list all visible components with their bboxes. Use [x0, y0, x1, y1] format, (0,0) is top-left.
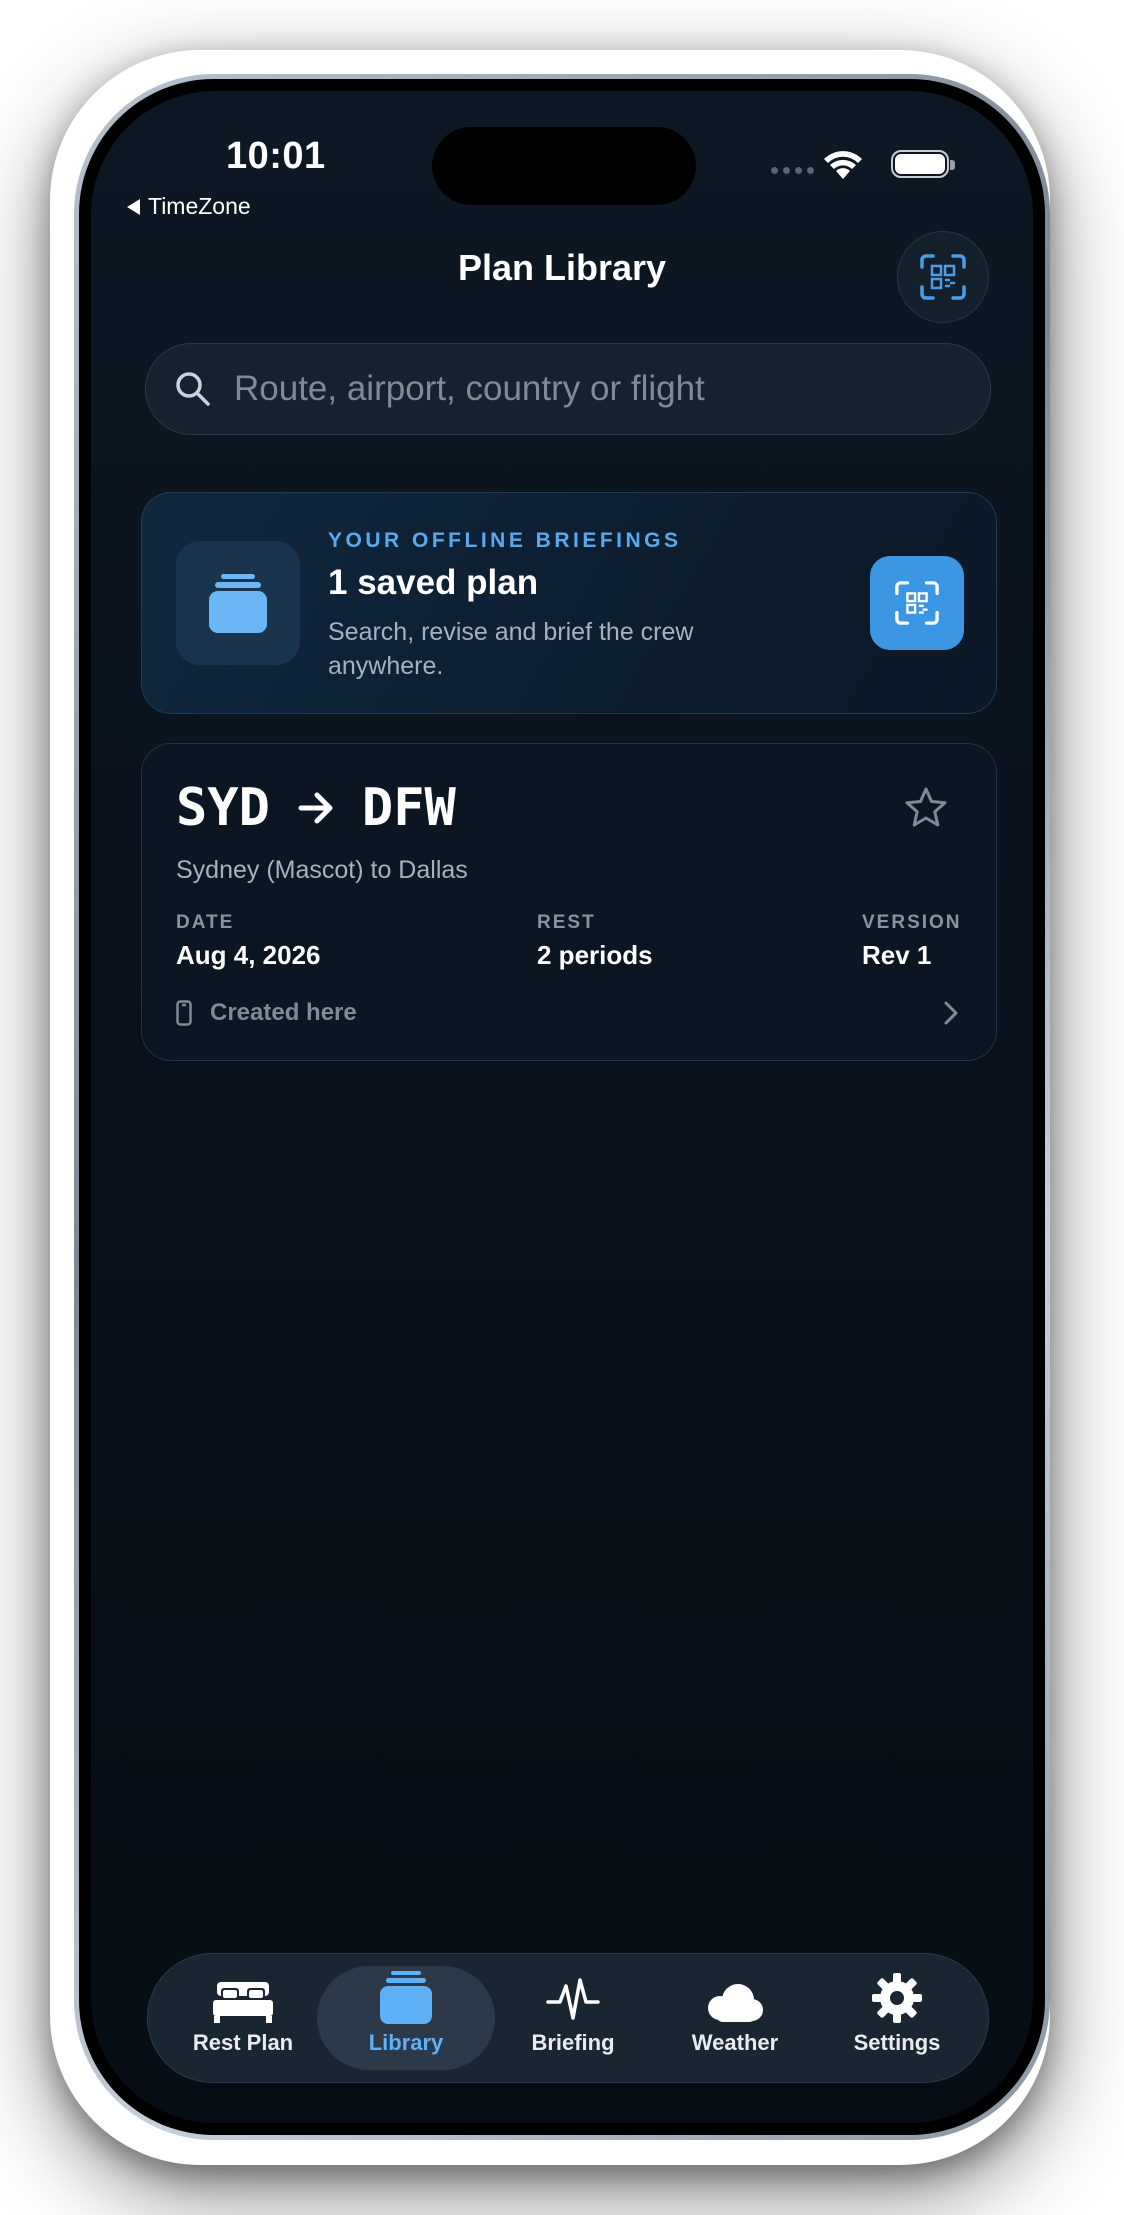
scan-qr-button[interactable] [897, 231, 989, 323]
star-icon[interactable] [904, 786, 948, 830]
status-time: 10:01 [226, 135, 326, 177]
tab-briefing[interactable]: Briefing [493, 1966, 653, 2070]
hero-subtitle: Search, revise and brief the crew anywhe… [328, 618, 694, 680]
search-icon [176, 372, 210, 406]
waveform-icon [546, 1978, 600, 2020]
qr-scan-icon [920, 254, 966, 300]
dynamic-island [432, 127, 696, 205]
arrow-right-icon [298, 792, 333, 824]
library-stack-icon [176, 541, 300, 665]
tab-library-label: Library [368, 2030, 444, 2055]
tab-settings[interactable]: Settings [817, 1966, 977, 2070]
hero-eyebrow: YOUR OFFLINE BRIEFINGS [328, 529, 682, 552]
hero-title: 1 saved plan [328, 563, 539, 602]
search-input[interactable]: Route, airport, country or flight [234, 369, 705, 409]
plan-source-label: Created here [210, 999, 357, 1026]
tab-rest-plan-label: Rest Plan [192, 2030, 294, 2055]
gear-icon [872, 1973, 922, 2023]
date-label: DATE [176, 912, 235, 933]
bed-icon [213, 1982, 273, 2023]
plan-card[interactable]: SYD DFW Sydney (Mascot) to Dallas DATE A… [141, 743, 997, 1061]
tab-weather[interactable]: Weather [655, 1966, 815, 2070]
route-title: SYD DFW [176, 778, 456, 838]
back-triangle-icon [127, 198, 140, 215]
hero-scan-button[interactable] [870, 556, 964, 650]
tab-settings-label: Settings [853, 2030, 941, 2055]
date-value: Aug 4, 2026 [176, 940, 321, 970]
rest-label: REST [537, 912, 596, 933]
screen: 10:01 TimeZone Plan Library Route, airpo… [91, 91, 1033, 2123]
rest-value: 2 periods [537, 940, 653, 970]
device-bezel: 10:01 TimeZone Plan Library Route, airpo… [79, 79, 1045, 2135]
tab-rest-plan[interactable]: Rest Plan [163, 1966, 323, 2070]
back-app-label: TimeZone [148, 193, 251, 219]
cellular-signal-icon [771, 167, 814, 174]
offline-briefings-card: YOUR OFFLINE BRIEFINGS 1 saved plan Sear… [141, 492, 997, 714]
chevron-right-icon [944, 1001, 958, 1025]
origin-code: SYD [176, 778, 270, 838]
back-to-app-link[interactable]: TimeZone [127, 193, 251, 220]
tab-briefing-label: Briefing [531, 2030, 615, 2055]
page-title: Plan Library [457, 247, 667, 288]
wifi-icon [824, 151, 862, 179]
plan-source: Created here [176, 999, 357, 1027]
cloud-icon [708, 1984, 763, 2022]
battery-icon [891, 150, 955, 178]
search-bar[interactable]: Route, airport, country or flight [145, 343, 991, 435]
tab-bar: Rest Plan Library Briefing Weather Setti… [147, 1953, 989, 2083]
version-value: Rev 1 [862, 940, 932, 970]
plan-description: Sydney (Mascot) to Dallas [176, 856, 468, 884]
device-frame: 10:01 TimeZone Plan Library Route, airpo… [74, 74, 1050, 2140]
tab-weather-label: Weather [691, 2030, 779, 2055]
qr-scan-icon [895, 581, 939, 625]
version-label: VERSION [862, 912, 962, 933]
tab-library[interactable]: Library [317, 1966, 495, 2070]
phone-icon [176, 1000, 192, 1026]
destination-code: DFW [361, 778, 456, 838]
stack-icon [380, 1971, 432, 2024]
